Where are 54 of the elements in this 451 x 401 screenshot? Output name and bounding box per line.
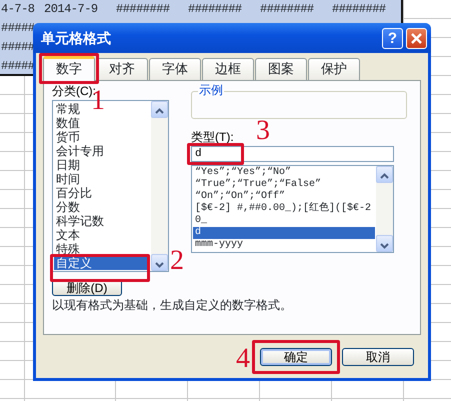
category-label: 分类(C): — [52, 85, 96, 98]
scroll-down-button[interactable] — [151, 254, 168, 271]
highlight-frame — [187, 143, 244, 165]
list-item[interactable]: 特殊 — [54, 242, 150, 256]
dialog-button[interactable]: 取消 — [342, 348, 414, 366]
list-item[interactable]: mmm-yyyy — [193, 239, 375, 251]
list-item[interactable]: 自定义 — [54, 256, 150, 270]
list-item[interactable]: 文本 — [54, 228, 150, 242]
close-icon — [411, 32, 422, 44]
scroll-up-button[interactable] — [151, 101, 168, 118]
list-item[interactable]: [$€-2] #,##0.00_);[红色]([$€-2 — [193, 203, 375, 215]
tab[interactable]: 边框 — [202, 58, 254, 80]
list-item[interactable]: 百分比 — [54, 186, 150, 200]
cell-text: ######## — [259, 1, 314, 18]
type-label: 类型(T): — [191, 131, 235, 144]
list-item[interactable]: “Yes”;“Yes”;“No” — [193, 167, 375, 179]
close-button[interactable] — [406, 28, 427, 48]
highlight-frame — [39, 53, 99, 84]
step-number: 3 — [256, 118, 270, 144]
list-item[interactable]: 科学记数 — [54, 214, 150, 228]
scroll-up-button[interactable] — [376, 166, 393, 183]
cell-text: ######## — [115, 1, 170, 18]
list-item[interactable]: 日期 — [54, 158, 150, 172]
tab[interactable]: 字体 — [149, 58, 201, 80]
step-number: 2 — [170, 248, 184, 274]
scroll-down-button[interactable] — [376, 235, 393, 252]
tab[interactable]: 图案 — [255, 58, 307, 80]
cell-text: 2014-7-9 — [43, 1, 98, 18]
tab[interactable]: 数字 — [43, 56, 95, 81]
list-item[interactable]: 0_ — [193, 215, 375, 227]
list-item[interactable]: “On”;“On”;“Off” — [193, 191, 375, 203]
list-item[interactable]: d — [193, 227, 375, 239]
cell-text: 4-7-8 — [0, 1, 35, 18]
cell-text: ##### — [0, 39, 35, 56]
description-text: 以现有格式为基础，生成自定义的数字格式。 — [52, 297, 293, 314]
sample-label: 示例 — [198, 84, 224, 97]
list-item[interactable]: 数值 — [54, 116, 150, 130]
tab[interactable]: 保护 — [308, 58, 360, 80]
tab[interactable]: 对齐 — [96, 58, 148, 80]
scrollbar[interactable] — [151, 101, 168, 271]
window-title: 单元格格式 — [41, 28, 112, 48]
cell-text: ##### — [0, 58, 35, 75]
scrollbar[interactable] — [376, 166, 393, 252]
type-field[interactable]: d — [191, 146, 394, 162]
list-item[interactable]: 时间 — [54, 172, 150, 186]
help-button[interactable]: ? — [382, 28, 403, 48]
list-item[interactable]: 会计专用 — [54, 144, 150, 158]
dialog-button[interactable]: 确定 — [260, 348, 332, 366]
cell-text: ######## — [331, 1, 386, 18]
list-item[interactable]: “True”;“True”;“False” — [193, 179, 375, 191]
step-number: 4 — [236, 346, 250, 372]
cell-text: ######## — [187, 1, 242, 18]
list-item[interactable]: 分数 — [54, 200, 150, 214]
list-item[interactable]: 货币 — [54, 130, 150, 144]
